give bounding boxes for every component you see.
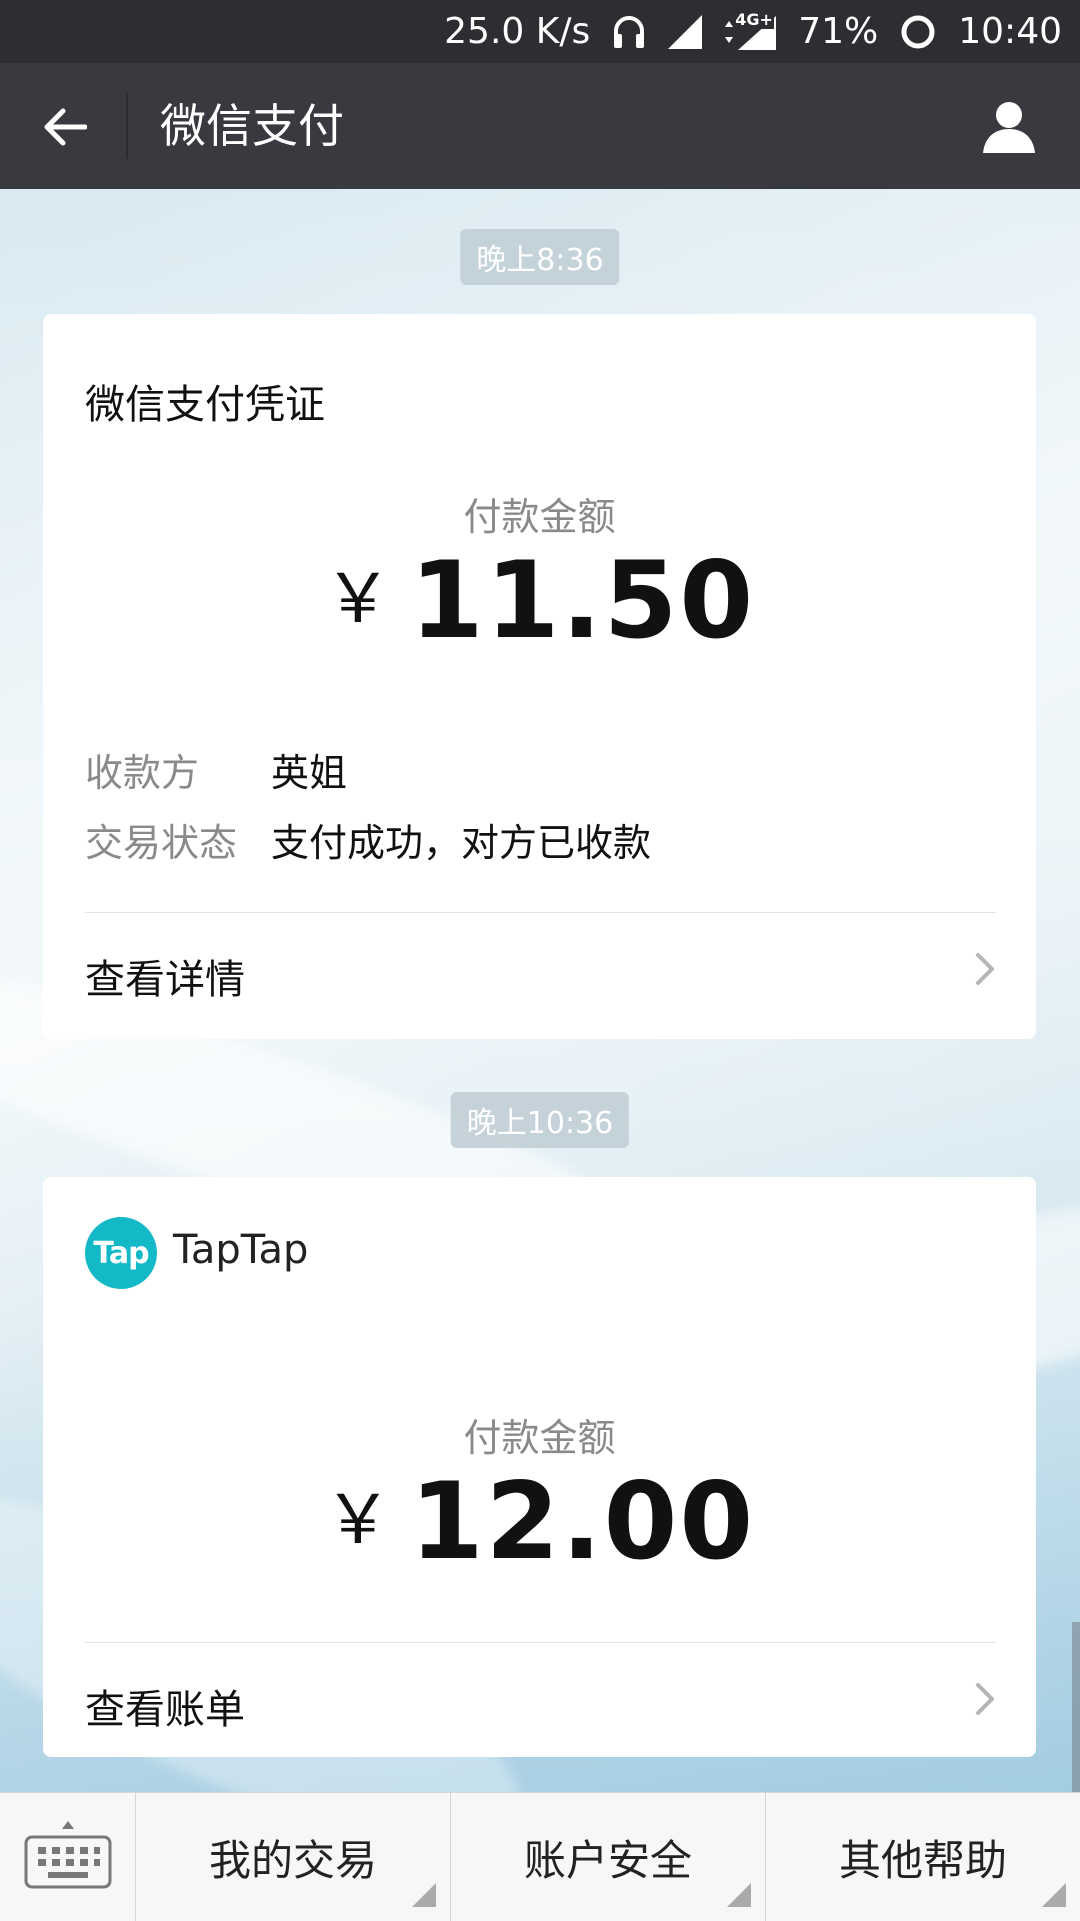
message-list[interactable]: 晚上8:36 微信支付凭证 付款金额 ￥ 11.50 收款方 英姐 交易状态 支付… [0,189,1080,1792]
merchant-payment-card[interactable]: Tap TapTap 付款金额 ￥ 12.00 查看账单 [43,1177,1036,1757]
clock: 10:40 [958,11,1062,52]
headphones-icon [612,14,646,50]
back-button[interactable] [34,97,94,157]
amount-label: 付款金额 [463,1416,616,1460]
payment-amount: ￥ 11.50 [43,539,1036,662]
link-label: 查看账单 [85,1687,245,1733]
menu-account-security[interactable]: 账户安全 [451,1793,766,1921]
view-details-link[interactable]: 查看详情 [43,913,1036,1031]
header: 微信支付 [0,63,1080,189]
battery-ring-icon [900,14,936,50]
taptap-logo: Tap [85,1217,157,1289]
menu-label: 账户安全 [523,1835,692,1885]
chevron-right-icon [976,1683,994,1715]
info-value: 英姐 [271,751,348,795]
payment-amount: ￥ 12.00 [43,1460,1036,1583]
signal-icon [668,14,703,49]
amount-value: 11.50 [409,539,756,662]
info-key: 交易状态 [85,821,238,865]
submenu-indicator-icon [1042,1883,1066,1907]
keyboard-icon [24,1821,112,1889]
mobile-data-icon: 4G+ [724,9,777,50]
network-type: 4G+ [734,9,774,29]
info-value: 支付成功，对方已收款 [271,821,652,865]
scrollbar[interactable] [1072,1622,1080,1792]
payment-receipt-card[interactable]: 微信支付凭证 付款金额 ￥ 11.50 收款方 英姐 交易状态 支付成功，对方已收… [43,314,1036,1039]
currency-symbol: ￥ [323,1481,392,1560]
header-divider [126,93,128,159]
page-title: 微信支付 [160,99,344,153]
menu-other-help[interactable]: 其他帮助 [766,1793,1080,1921]
card-title: 微信支付凭证 [85,382,325,428]
submenu-indicator-icon [727,1883,751,1907]
info-row-status: 交易状态 支付成功，对方已收款 [85,812,651,867]
status-bar: 25.0 K/s 4G+ 71% 10:40 [0,0,1080,63]
chevron-right-icon [976,953,994,985]
battery-percent: 71% [798,11,879,52]
info-key: 收款方 [85,751,200,795]
submenu-indicator-icon [412,1883,436,1907]
profile-button[interactable] [978,95,1040,157]
message-timestamp: 晚上8:36 [460,229,620,285]
link-label: 查看详情 [85,957,245,1003]
arrow-left-icon [44,108,87,146]
message-timestamp: 晚上10:36 [450,1092,630,1148]
menu-label: 其他帮助 [838,1835,1007,1885]
currency-symbol: ￥ [323,560,392,639]
view-bill-link[interactable]: 查看账单 [43,1643,1036,1761]
amount-label: 付款金额 [463,495,616,539]
info-row-payee: 收款方 英姐 [85,742,347,797]
merchant-name: TapTap [173,1227,309,1273]
menu-label: 我的交易 [208,1835,377,1885]
net-speed: 25.0 K/s [444,11,591,52]
menu-my-transactions[interactable]: 我的交易 [136,1793,451,1921]
bottom-menu-bar: 我的交易 账户安全 其他帮助 [0,1792,1080,1921]
amount-value: 12.00 [409,1460,756,1583]
person-icon [983,102,1035,153]
keyboard-toggle-button[interactable] [0,1793,136,1921]
